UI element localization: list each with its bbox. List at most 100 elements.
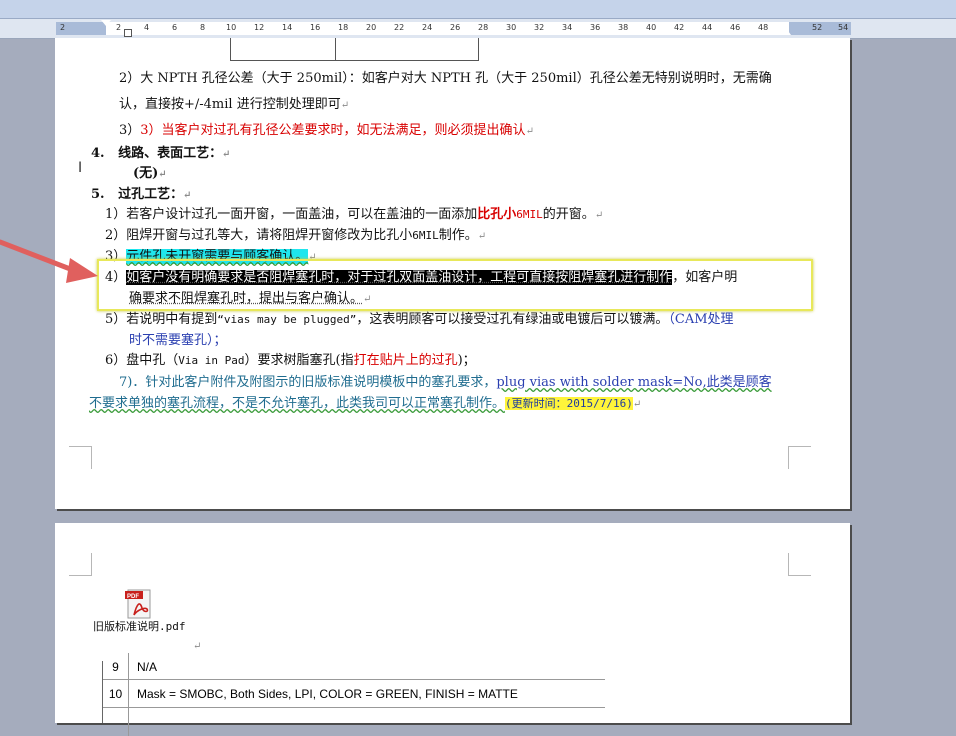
paragraph-mark-icon: ↵ (222, 149, 231, 160)
list-item-1[interactable]: 1）若客户设计过孔一面开窗，一面盖油，可以在盖油的一面添加比孔小6MIL的开窗。… (105, 206, 603, 225)
item-1-text: 1）若客户设计过孔一面开窗，一面盖油，可以在盖油的一面添加 (105, 207, 478, 222)
ruler-number: 26 (450, 23, 461, 32)
item-7-english: plug vias with solder mask=No,此类是顾客 (496, 375, 772, 390)
ruler-number: 20 (366, 23, 377, 32)
item-2-mil: 6MIL (412, 229, 439, 242)
document-page-2[interactable]: PDF 旧版标准说明.pdf ↵ 9 N/A 10 Mask = SMOBC, … (55, 523, 850, 736)
item-1-emphasis: 比孔小 (477, 207, 517, 222)
table-column-divider (335, 38, 336, 60)
right-indent-marker[interactable] (781, 28, 791, 35)
item-6-emphasis: 打在贴片上的过孔 (353, 353, 458, 368)
paragraph-npth-tolerance-cont[interactable]: 认，直接按+/-4mil 进行控制处理即可↵ (119, 96, 349, 115)
ruler-text-area (106, 22, 789, 35)
page-corner-mark (69, 446, 92, 469)
item-5-text: 5）若说明中有提到 (105, 312, 218, 327)
paragraph-mark-icon: ↵ (363, 294, 372, 305)
ruler-number: 22 (394, 23, 405, 32)
embedded-table: 9 N/A 10 Mask = SMOBC, Both Sides, LPI, … (102, 653, 605, 736)
item-1-end: 的开窗。 (542, 207, 595, 222)
section-4-body[interactable]: (无)↵ (133, 165, 167, 184)
ruler-number: 40 (646, 23, 657, 32)
item-7-text-2: 不要求单独的塞孔流程，不是不允许塞孔，此类我司可以正常塞孔制作。 (89, 396, 506, 411)
ruler-number: 48 (758, 23, 769, 32)
ruler-number: 10 (226, 23, 237, 32)
item-4-text-2: 确要求不阻焊塞孔时，提出与客户确认。 (129, 291, 364, 306)
item-5-note-2: 时不需要塞孔）； (129, 333, 227, 348)
update-time-badge: (更新时间：2015/7/16) (505, 397, 633, 410)
ruler-number: 6 (172, 23, 178, 32)
item-2-text: 2）阻焊开窗与过孔等大，请将阻焊开窗修改为比孔小 (105, 228, 413, 243)
list-item-4-cont[interactable]: 确要求不阻焊塞孔时，提出与客户确认。↵ (129, 290, 371, 309)
left-indent-marker[interactable] (124, 29, 132, 37)
npth-tolerance-text: 2）大 NPTH 孔径公差（大于 250mil）：如客户对大 NPTH 孔（大于… (119, 71, 772, 86)
item-4-text: ，如客户明 (672, 270, 738, 285)
list-item-5-cont[interactable]: 时不需要塞孔）； (129, 332, 227, 350)
paragraph-via-tolerance[interactable]: 3）3）当客户对过孔有孔径公差要求时，如无法满足，则必须提出确认↵ (119, 122, 534, 141)
item-5-text-mid: ，这表明顾客可以接受过孔有绿油或电镀后可以镀满。 (356, 312, 669, 327)
row-number (103, 708, 129, 736)
section-5-heading[interactable]: 5. 过孔工艺：↵ (91, 186, 192, 205)
row-text: N/A (137, 660, 158, 674)
first-line-indent-marker[interactable] (101, 20, 111, 26)
page-corner-mark (788, 553, 811, 576)
item-6-text: 6）盘中孔（ (105, 353, 179, 368)
table-row: 9 N/A (103, 653, 605, 681)
paragraph-mark-icon: ↵ (340, 100, 350, 111)
item-6-via-in-pad: Via in Pad (178, 354, 245, 367)
ruler-number: 44 (702, 23, 713, 32)
section-number: 5. (91, 187, 105, 202)
ruler-number: 18 (338, 23, 349, 32)
row-number: 9 (103, 653, 129, 681)
title-strip (0, 0, 956, 19)
table-fragment (230, 38, 479, 61)
list-item-7-cont[interactable]: 不要求单独的塞孔流程，不是不允许塞孔，此类我司可以正常塞孔制作。(更新时间：20… (89, 395, 641, 414)
list-number: 3） (119, 123, 141, 138)
red-arrow-icon (0, 239, 98, 283)
list-item-5[interactable]: 5）若说明中有提到“vias may be plugged”，这表明顾客可以接受… (105, 311, 734, 329)
ruler-number: 2 (116, 23, 122, 32)
item-7-text: 7)．针对此客户附件及附图示的旧版标准说明模板中的塞孔要求， (119, 375, 497, 390)
horizontal-ruler[interactable]: 2 2 4 6 8 10 12 14 16 18 20 22 24 26 28 … (0, 19, 956, 39)
pdf-file-icon[interactable]: PDF (125, 588, 155, 620)
npth-tolerance-text-2: 认，直接按+/-4mil 进行控制处理即可 (119, 97, 341, 112)
item-6-end: )； (457, 353, 476, 368)
item-2-end: 制作。 (438, 228, 478, 243)
ruler-number: 34 (562, 23, 573, 32)
item-1-mil: 6MIL (516, 208, 543, 221)
ruler-number: 42 (674, 23, 685, 32)
item-5-note: （CAM处理 (668, 312, 734, 327)
paragraph-mark-icon: ↵ (525, 126, 534, 137)
item-4-selected-text[interactable]: 如客户没有明确要求是否阻焊塞孔时，对于过孔双面盖油设计，工程可直接按阻焊塞孔进行… (126, 270, 673, 285)
table-row (103, 707, 605, 736)
ruler-number: 46 (730, 23, 741, 32)
ruler-number: 8 (200, 23, 206, 32)
paragraph-mark-icon: ↵ (158, 169, 167, 180)
ruler-number: 30 (506, 23, 517, 32)
list-item-6[interactable]: 6）盘中孔（Via in Pad）要求树脂塞孔(指打在贴片上的过孔)； (105, 352, 476, 370)
section-4-none-text: (无) (133, 166, 159, 181)
item-5-quote: “vias may be plugged” (217, 313, 357, 326)
ruler-number: 14 (282, 23, 293, 32)
list-item-7[interactable]: 7)．针对此客户附件及附图示的旧版标准说明模板中的塞孔要求，plug vias … (119, 374, 772, 392)
row-number: 10 (103, 680, 129, 708)
attachment-label[interactable]: 旧版标准说明.pdf (93, 618, 186, 634)
svg-text:PDF: PDF (127, 594, 139, 600)
list-item-2[interactable]: 2）阻焊开窗与过孔等大，请将阻焊开窗修改为比孔小6MIL制作。↵ (105, 227, 486, 246)
ruler-number: 38 (618, 23, 629, 32)
ruler-number: 54 (838, 23, 849, 32)
text-cursor-icon: Ⅰ (78, 160, 83, 176)
list-item-4[interactable]: 4）如客户没有明确要求是否阻焊塞孔时，对于过孔双面盖油设计，工程可直接按阻焊塞孔… (105, 269, 737, 287)
paragraph-mark-icon: ↵ (183, 190, 192, 201)
paragraph-mark-icon: ↵ (193, 641, 202, 652)
paragraph-npth-tolerance[interactable]: 2）大 NPTH 孔径公差（大于 250mil）：如客户对大 NPTH 孔（大于… (119, 70, 772, 88)
ruler-number: 4 (144, 23, 150, 32)
section-4-heading[interactable]: 4. 线路、表面工艺：↵ (91, 145, 231, 164)
item-6-text-mid: ）要求树脂塞孔(指 (244, 353, 354, 368)
document-page-1[interactable]: 2）大 NPTH 孔径公差（大于 250mil）：如客户对大 NPTH 孔（大于… (55, 38, 850, 509)
ruler-number: 52 (812, 23, 823, 32)
page-corner-mark (788, 446, 811, 469)
ruler-number: 24 (422, 23, 433, 32)
paragraph-mark-icon: ↵ (594, 210, 604, 221)
via-tolerance-text: 3）当客户对过孔有孔径公差要求时，如无法满足，则必须提出确认 (140, 123, 526, 138)
paragraph-mark-icon: ↵ (477, 231, 487, 242)
